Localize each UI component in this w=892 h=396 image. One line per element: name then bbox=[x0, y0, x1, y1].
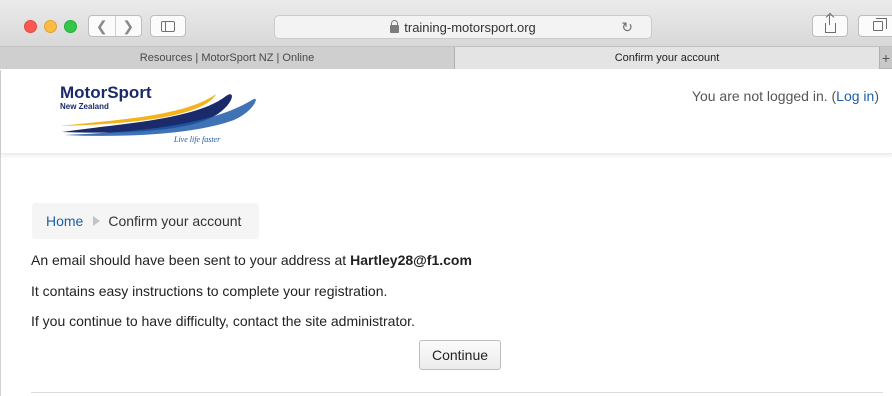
back-button[interactable]: ❮ bbox=[89, 16, 115, 36]
logo-sub: New Zealand bbox=[60, 102, 109, 111]
logo-tagline: Live life faster bbox=[173, 135, 221, 144]
login-status-text: You are not logged in. ( bbox=[691, 88, 837, 104]
address-bar[interactable]: training-motorsport.org ↻ bbox=[274, 15, 652, 39]
tab-strip: Resources | MotorSport NZ | Online Confi… bbox=[0, 47, 892, 69]
chevron-left-icon: ❮ bbox=[95, 17, 108, 34]
share-button[interactable] bbox=[812, 15, 848, 37]
footer-divider bbox=[31, 392, 883, 393]
site-header: MotorSport New Zealand Live life faster … bbox=[1, 70, 892, 154]
breadcrumb-separator-icon bbox=[93, 216, 101, 226]
plus-icon: + bbox=[881, 49, 891, 66]
difficulty-message: If you continue to have difficulty, cont… bbox=[31, 313, 415, 329]
browser-titlebar: ❮ ❯ training-motorsport.org ↻ bbox=[0, 0, 892, 47]
email-address: Hartley28@f1.com bbox=[350, 252, 472, 268]
login-status: You are not logged in. (Log in) bbox=[692, 88, 879, 104]
breadcrumb-home-link[interactable]: Home bbox=[46, 213, 83, 229]
forward-button[interactable]: ❯ bbox=[114, 16, 142, 36]
history-nav: ❮ ❯ bbox=[88, 15, 142, 37]
login-status-suffix: ) bbox=[874, 88, 879, 104]
tab-resources[interactable]: Resources | MotorSport NZ | Online bbox=[0, 47, 455, 69]
sidebar-icon bbox=[161, 20, 175, 32]
instructions-message: It contains easy instructions to complet… bbox=[31, 283, 388, 299]
email-sent-message: An email should have been sent to your a… bbox=[31, 252, 472, 268]
continue-button[interactable]: Continue bbox=[419, 340, 501, 370]
logo-swoosh-graphic: MotorSport New Zealand Live life faster bbox=[60, 83, 256, 144]
zoom-window-button[interactable] bbox=[64, 20, 77, 33]
tab-label: Confirm your account bbox=[614, 52, 720, 64]
logo-brand: MotorSport bbox=[60, 83, 152, 102]
breadcrumb: Home Confirm your account bbox=[32, 203, 259, 239]
tab-confirm-account[interactable]: Confirm your account bbox=[455, 47, 880, 69]
login-link[interactable]: Log in bbox=[836, 88, 874, 104]
share-icon bbox=[824, 15, 836, 33]
page-viewport: MotorSport New Zealand Live life faster … bbox=[0, 70, 892, 396]
tab-label: Resources | MotorSport NZ | Online bbox=[139, 52, 315, 64]
chevron-right-icon: ❯ bbox=[122, 17, 135, 34]
lock-icon bbox=[390, 19, 400, 33]
sidebar-button[interactable] bbox=[150, 15, 186, 37]
reload-icon[interactable]: ↻ bbox=[621, 19, 633, 36]
minimize-window-button[interactable] bbox=[44, 20, 57, 33]
tabs-overview-button[interactable] bbox=[858, 15, 892, 37]
breadcrumb-current: Confirm your account bbox=[108, 213, 242, 229]
email-sent-prefix: An email should have been sent to your a… bbox=[31, 252, 351, 268]
address-url: training-motorsport.org bbox=[404, 19, 536, 35]
tabs-overview-icon bbox=[873, 18, 887, 31]
motorsport-nz-logo[interactable]: MotorSport New Zealand Live life faster bbox=[56, 80, 266, 146]
new-tab-button[interactable]: + bbox=[880, 47, 892, 68]
close-window-button[interactable] bbox=[24, 20, 37, 33]
